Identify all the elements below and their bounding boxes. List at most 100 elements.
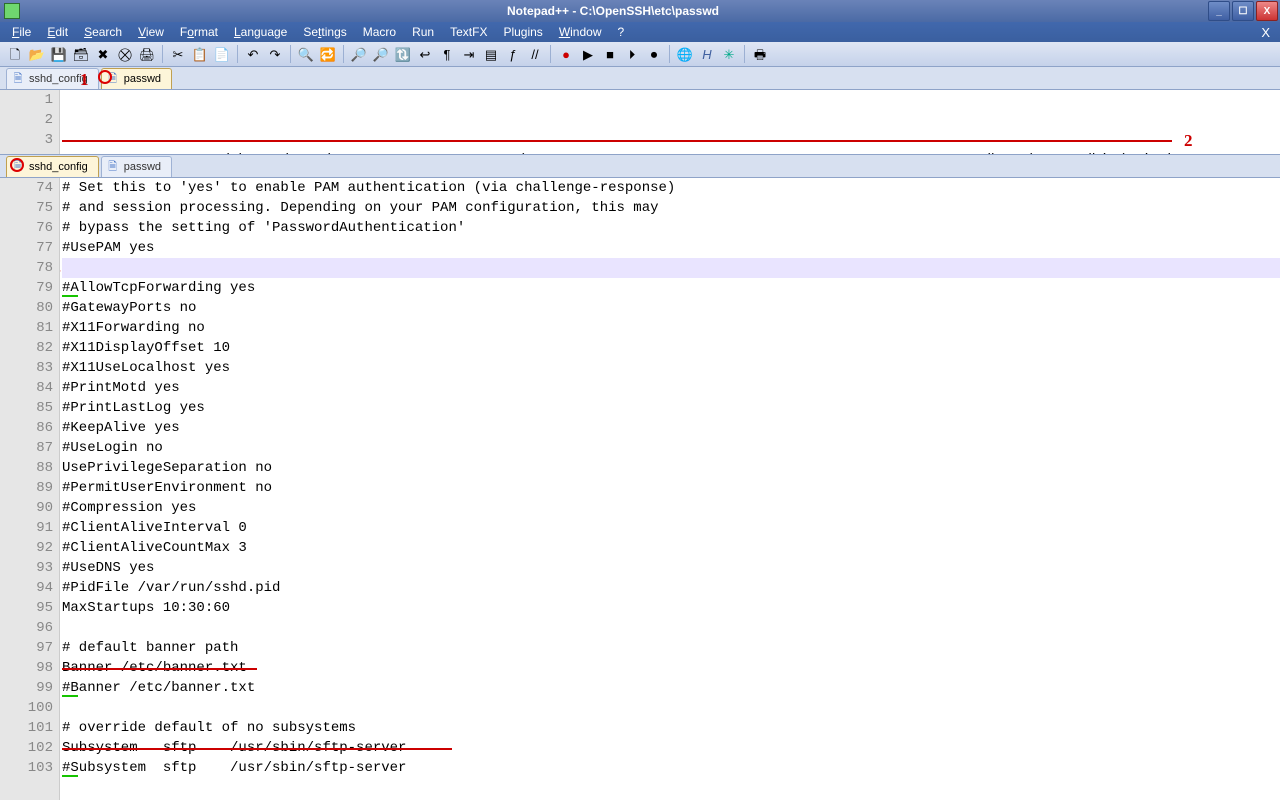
cut-icon[interactable]: ✂ — [169, 45, 187, 63]
editor-content-top[interactable]: Guest:unused_by_nt/2000/xp:501:513:U\Gue… — [60, 90, 1280, 154]
menu-window[interactable]: Window — [551, 23, 610, 41]
new-icon[interactable]: 🗋 — [6, 45, 24, 63]
toolbar-separator — [669, 45, 670, 63]
record-icon[interactable]: ● — [557, 45, 575, 63]
paste-icon[interactable]: 📄 — [213, 45, 231, 63]
code-line — [62, 618, 1280, 638]
menu-textfx[interactable]: TextFX — [442, 23, 495, 41]
annotation-circle-1 — [98, 70, 112, 84]
closeall-icon[interactable]: ⛒ — [116, 45, 134, 63]
h-icon[interactable]: H — [698, 45, 716, 63]
savemacro-icon[interactable]: ⏺ — [645, 45, 663, 63]
save-icon[interactable]: 💾 — [50, 45, 68, 63]
func-icon[interactable]: ƒ — [504, 45, 522, 63]
tabstrip-top: 🗎 sshd_config 🗎 passwd 1 — [0, 67, 1280, 90]
saveall-icon[interactable]: 🗃 — [72, 45, 90, 63]
annotation-2: 2 — [1184, 132, 1193, 149]
undo-icon[interactable]: ↶ — [244, 45, 262, 63]
menu-help[interactable]: ? — [610, 23, 633, 41]
window-title: Notepad++ - C:\OpenSSH\etc\passwd — [20, 4, 1206, 18]
title-bar[interactable]: Notepad++ - C:\OpenSSH\etc\passwd _ ☐ X — [0, 0, 1280, 22]
code-line: #Subsystem sftp /usr/sbin/sftp-server — [62, 758, 1280, 778]
code-line: Subsystem sftp /usr/sbin/sftp-server6 — [62, 738, 1280, 758]
app-window: Notepad++ - C:\OpenSSH\etc\passwd _ ☐ X … — [0, 0, 1280, 800]
code-line: # and session processing. Depending on y… — [62, 198, 1280, 218]
code-line: # override default of no subsystems — [62, 718, 1280, 738]
gutter-top: 1 2 3 — [0, 90, 60, 154]
code-line: #UsePAM yes — [62, 238, 1280, 258]
redo-icon[interactable]: ↷ — [266, 45, 284, 63]
tab-passwd-bottom[interactable]: 🗎 passwd — [101, 156, 172, 177]
menu-view[interactable]: View — [130, 23, 172, 41]
copy-icon[interactable]: 📋 — [191, 45, 209, 63]
fold-icon[interactable]: ▤ — [482, 45, 500, 63]
toolbar: 🗋 📂 💾 🗃 ✖ ⛒ 🖨 ✂ 📋 📄 ↶ ↷ 🔍 🔁 🔎 🔎 🔃 ↩ ¶ ⇥ … — [0, 42, 1280, 67]
stop-icon[interactable]: ■ — [601, 45, 619, 63]
code-line: #X11Forwarding no — [62, 318, 1280, 338]
window-buttons: _ ☐ X — [1206, 1, 1278, 21]
menu-search[interactable]: Search — [76, 23, 130, 41]
toolbar-separator — [237, 45, 238, 63]
menu-language[interactable]: Language — [226, 23, 295, 41]
editor-sshd-config[interactable]: 7475767778798081828384858687888990919293… — [0, 178, 1280, 800]
code-line: #PrintMotd yes — [62, 378, 1280, 398]
annotation-4: 4 — [60, 260, 61, 277]
code-line: # default banner path — [62, 638, 1280, 658]
playmacro-icon[interactable]: ⏵ — [623, 45, 641, 63]
code-line: 4 — [62, 258, 1280, 278]
code-line: #PrintLastLog yes — [62, 398, 1280, 418]
code-line: #UseLogin no — [62, 438, 1280, 458]
invisible-icon[interactable]: ¶ — [438, 45, 456, 63]
editor-passwd[interactable]: 1 2 3 Guest:unused_by_nt/2000/xp:501:513… — [0, 90, 1280, 155]
code-line: Guest:unused_by_nt/2000/xp:501:513:U\Gue… — [62, 130, 1280, 150]
toolbar-separator — [290, 45, 291, 63]
menu-macro[interactable]: Macro — [355, 23, 404, 41]
toolbar-separator — [744, 45, 745, 63]
code-line: #GatewayPorts no — [62, 298, 1280, 318]
wrap-icon[interactable]: ↩ — [416, 45, 434, 63]
open-icon[interactable]: 📂 — [28, 45, 46, 63]
sync-icon[interactable]: 🔃 — [394, 45, 412, 63]
tab-label: passwd — [124, 161, 161, 173]
star-icon[interactable]: ✳ — [720, 45, 738, 63]
print2-icon[interactable]: 🖶 — [751, 45, 769, 63]
menu-edit[interactable]: Edit — [39, 23, 76, 41]
menu-run[interactable]: Run — [404, 23, 442, 41]
indent-icon[interactable]: ⇥ — [460, 45, 478, 63]
comment-icon[interactable]: // — [526, 45, 544, 63]
annotation-5: 5 — [60, 646, 61, 663]
menu-close-x[interactable]: X — [1255, 25, 1276, 40]
toolbar-separator — [343, 45, 344, 63]
code-line: # bypass the setting of 'PasswordAuthent… — [62, 218, 1280, 238]
menu-plugins[interactable]: Plugins — [495, 23, 550, 41]
menu-file[interactable]: File — [4, 23, 39, 41]
app-icon — [4, 3, 20, 19]
zoomin-icon[interactable]: 🔎 — [350, 45, 368, 63]
print-icon[interactable]: 🖨 — [138, 45, 156, 63]
code-line: #ClientAliveInterval 0 — [62, 518, 1280, 538]
find-icon[interactable]: 🔍 — [297, 45, 315, 63]
close-button[interactable]: X — [1256, 1, 1278, 21]
tabstrip-bottom: 🗎 sshd_config 🗎 passwd — [0, 155, 1280, 178]
toolbar-separator — [550, 45, 551, 63]
zoomout-icon[interactable]: 🔎 — [372, 45, 390, 63]
tab-label: sshd_config — [29, 161, 88, 173]
editor-content-bottom[interactable]: # Set this to 'yes' to enable PAM authen… — [60, 178, 1280, 800]
menu-bar: File Edit Search View Format Language Se… — [0, 22, 1280, 42]
browser-icon[interactable]: 🌐 — [676, 45, 694, 63]
code-line: #Compression yes — [62, 498, 1280, 518]
menu-settings[interactable]: Settings — [295, 23, 354, 41]
replace-icon[interactable]: 🔁 — [319, 45, 337, 63]
annotation-6: 6 — [60, 726, 61, 743]
code-line: #UseDNS yes — [62, 558, 1280, 578]
play-icon[interactable]: ▶ — [579, 45, 597, 63]
menu-format[interactable]: Format — [172, 23, 226, 41]
maximize-button[interactable]: ☐ — [1232, 1, 1254, 21]
code-line: #X11DisplayOffset 10 — [62, 338, 1280, 358]
code-line — [62, 698, 1280, 718]
code-line: Banner /etc/banner.txt5 — [62, 658, 1280, 678]
closefile-icon[interactable]: ✖ — [94, 45, 112, 63]
code-line: UsePrivilegeSeparation no — [62, 458, 1280, 478]
minimize-button[interactable]: _ — [1208, 1, 1230, 21]
code-line: MaxStartups 10:30:60 — [62, 598, 1280, 618]
